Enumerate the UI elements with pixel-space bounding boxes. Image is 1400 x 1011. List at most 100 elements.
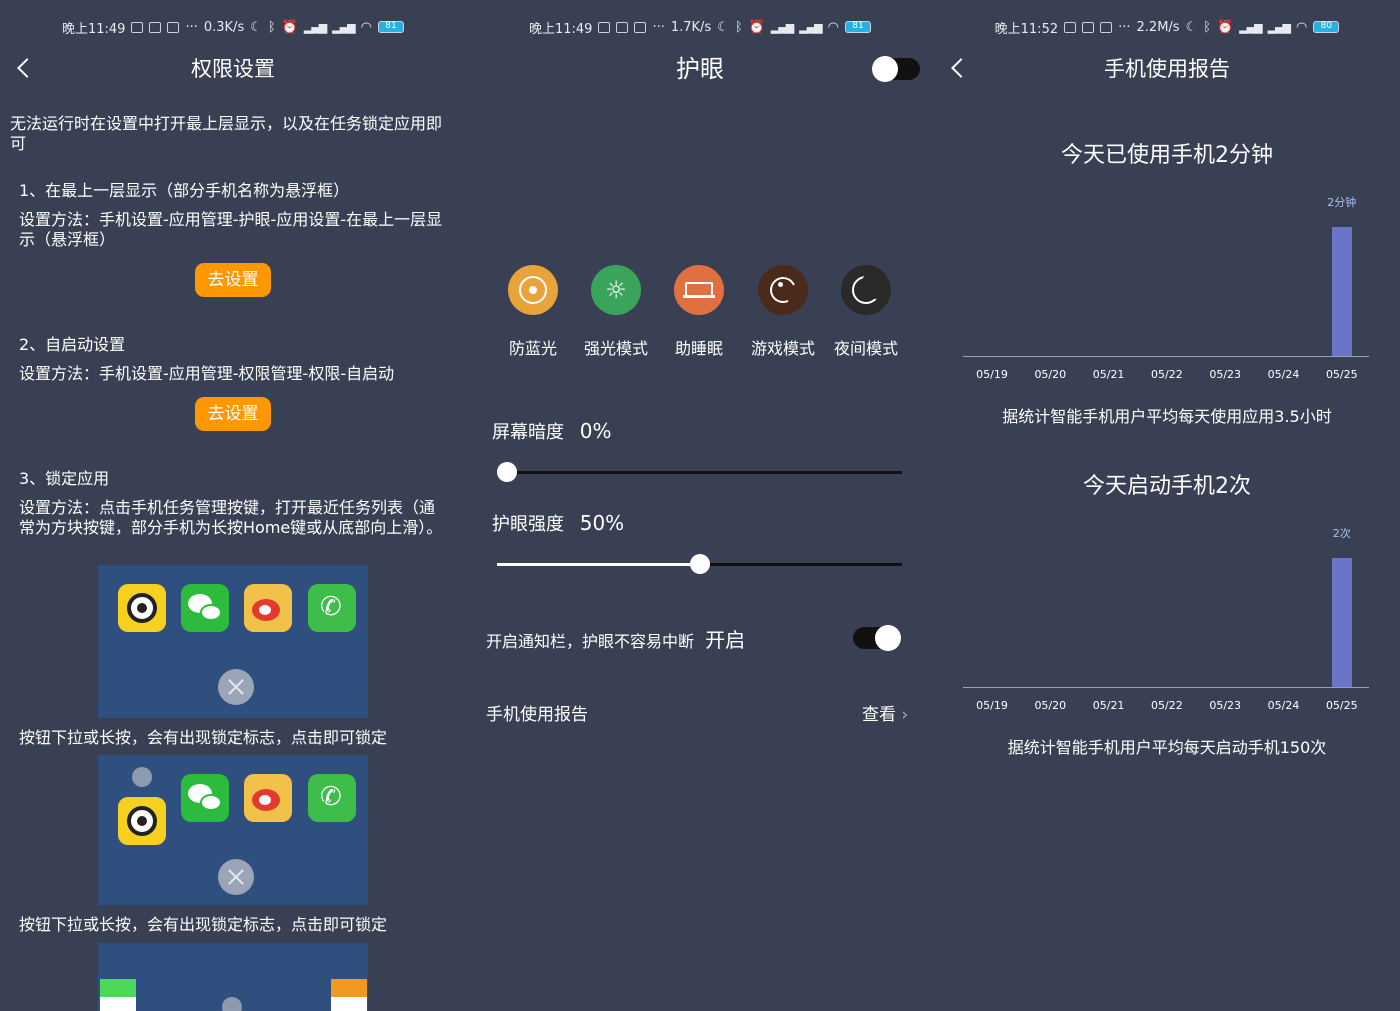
lock-icon: [222, 997, 242, 1011]
bar-data-label: 2次: [1332, 527, 1351, 541]
person-icon: [149, 21, 162, 33]
section1-heading: 1、在最上一层显示（部分手机名称为悬浮框）: [19, 181, 350, 200]
lock-guide-image-1: ✆: [98, 565, 368, 718]
network-speed: 1.7K/s: [670, 19, 712, 35]
sun-icon: ☼: [591, 265, 641, 315]
status-time: 晚上11:52: [994, 21, 1059, 37]
strength-slider[interactable]: [497, 554, 902, 574]
network-speed: 2.2M/s: [1136, 19, 1180, 35]
mode-game[interactable]: 游戏模式: [748, 265, 818, 359]
battery-icon: 80: [1313, 21, 1340, 33]
target-icon: [508, 265, 558, 315]
weibo-app-icon: [244, 584, 292, 632]
x-tick-label: 05/20: [1034, 699, 1067, 712]
x-tick-label: 05/22: [1151, 699, 1183, 712]
dim-slider[interactable]: [497, 462, 902, 482]
strength-slider-fill: [497, 563, 700, 566]
mode-strong-light[interactable]: ☼ 强光模式: [581, 265, 651, 359]
view-report-link[interactable]: 查看 ›: [862, 700, 908, 725]
strength-label: 护眼强度: [492, 514, 564, 535]
x-tick-label: 05/21: [1092, 699, 1125, 712]
bluetooth-icon: ᛒ: [734, 19, 743, 35]
bag-icon: [1100, 21, 1113, 33]
caption-1: 按钮下拉或长按，会有出现锁定标志，点击即可锁定: [19, 728, 388, 747]
bluetooth-icon: ᛒ: [267, 19, 276, 35]
alarm-icon: ⏰: [281, 19, 298, 35]
status-dots: ···: [185, 19, 198, 35]
strength-value: 50%: [579, 511, 625, 535]
phone-app-icon: ✆: [308, 774, 356, 822]
x-tick-label: 05/24: [1267, 699, 1300, 712]
intro-text: 无法运行时在设置中打开最上层显示，以及在任务锁定应用即可: [10, 114, 443, 153]
usage-report-row[interactable]: 手机使用报告: [486, 700, 588, 725]
chevron-right-icon: ›: [901, 705, 909, 725]
page-title: 手机使用报告: [1104, 57, 1230, 81]
caption-2: 按钮下拉或长按，会有出现锁定标志，点击即可锁定: [19, 915, 388, 934]
page-title: 权限设置: [191, 57, 275, 81]
status-dots: ···: [1118, 19, 1131, 35]
signal-icon: ▂▄▆: [303, 20, 327, 34]
x-tick-label: 05/24: [1267, 368, 1300, 381]
x-tick-label: 05/25: [1325, 368, 1358, 381]
signal2-icon: ▂▄▆: [799, 20, 822, 34]
x-tick-label: 05/20: [1034, 368, 1067, 381]
x-tick-label: 05/23: [1209, 699, 1242, 712]
chart2-note: 据统计智能手机用户平均每天启动手机150次: [1007, 738, 1327, 757]
chart1-note: 据统计智能手机用户平均每天使用应用3.5小时: [1002, 407, 1332, 426]
moon-icon: ☾: [717, 19, 729, 35]
strength-slider-thumb[interactable]: [689, 554, 710, 574]
game-icon: [758, 265, 808, 315]
camera-app-icon: [118, 584, 166, 632]
page-title: 护眼: [676, 55, 724, 83]
mode-anti-blue-light[interactable]: 防蓝光: [498, 265, 568, 359]
notify-toggle[interactable]: [853, 625, 901, 651]
x-tick-label: 05/22: [1151, 368, 1183, 381]
moon-icon: ☾: [1185, 19, 1198, 35]
report-label: 手机使用报告: [486, 705, 588, 725]
section3-heading: 3、锁定应用: [19, 469, 110, 488]
message-icon: [1064, 21, 1077, 33]
bluetooth-icon: ᛒ: [1203, 19, 1212, 35]
battery-icon: 81: [378, 21, 404, 33]
go-settings-button-2[interactable]: 去设置: [195, 397, 271, 431]
section2-heading: 2、自启动设置: [19, 335, 126, 354]
x-tick-label: 05/19: [976, 368, 1008, 381]
status-time: 晚上11:49: [61, 21, 126, 37]
message-icon: [598, 21, 611, 33]
status-time: 晚上11:49: [528, 21, 593, 37]
toggle-knob: [875, 625, 901, 651]
chart-bar: [1331, 227, 1352, 356]
bag-icon: [167, 21, 180, 33]
bar-data-label: 2分钟: [1327, 196, 1357, 210]
wechat-app-icon: [181, 584, 229, 632]
mode-sleep-aid[interactable]: 助睡眠: [664, 265, 734, 359]
person-icon: [616, 21, 629, 33]
wifi-icon: ◠: [827, 19, 839, 35]
network-speed: 0.3K/s: [203, 19, 245, 35]
status-bar: 晚上11:49 ··· 0.3K/s ☾ ᛒ ⏰ ▂▄▆ ▂▄▆ ◠ 81: [0, 14, 466, 40]
bag-icon: [634, 21, 647, 33]
x-tick-label: 05/19: [976, 699, 1008, 712]
dim-slider-thumb[interactable]: [497, 462, 517, 482]
moon-icon: [841, 265, 891, 315]
x-tick-label: 05/23: [1209, 368, 1242, 381]
mode-night[interactable]: 夜间模式: [831, 265, 901, 359]
dim-label: 屏幕暗度: [492, 422, 564, 443]
x-tick-label: 05/25: [1325, 699, 1358, 712]
moon-icon: ☾: [250, 19, 262, 35]
signal2-icon: ▂▄▆: [1267, 20, 1291, 34]
permission-settings-screen: 晚上11:49 ··· 0.3K/s ☾ ᛒ ⏰ ▂▄▆ ▂▄▆ ◠ 81 权限…: [0, 0, 466, 1011]
chart-bar: [1331, 558, 1352, 687]
status-bar: 晚上11:49 ··· 1.7K/s ☾ ᛒ ⏰ ▂▄▆ ▂▄▆ ◠ 81: [467, 14, 933, 40]
eye-care-master-toggle[interactable]: [872, 56, 920, 82]
weibo-app-icon: [244, 774, 292, 822]
notify-state: 开启: [705, 628, 746, 652]
eye-care-screen: 晚上11:49 ··· 1.7K/s ☾ ᛒ ⏰ ▂▄▆ ▂▄▆ ◠ 81 护眼…: [467, 0, 933, 1011]
phone-app-icon: ✆: [308, 584, 356, 632]
person-icon: [1082, 21, 1095, 33]
go-settings-button-1[interactable]: 去设置: [195, 263, 271, 297]
toggle-knob: [872, 56, 898, 82]
alarm-icon: ⏰: [748, 19, 765, 35]
section3-desc: 设置方法：点击手机任务管理按键，打开最近任务列表（通常为方块按键，部分手机为长按…: [19, 498, 443, 537]
alarm-icon: ⏰: [1217, 19, 1234, 35]
